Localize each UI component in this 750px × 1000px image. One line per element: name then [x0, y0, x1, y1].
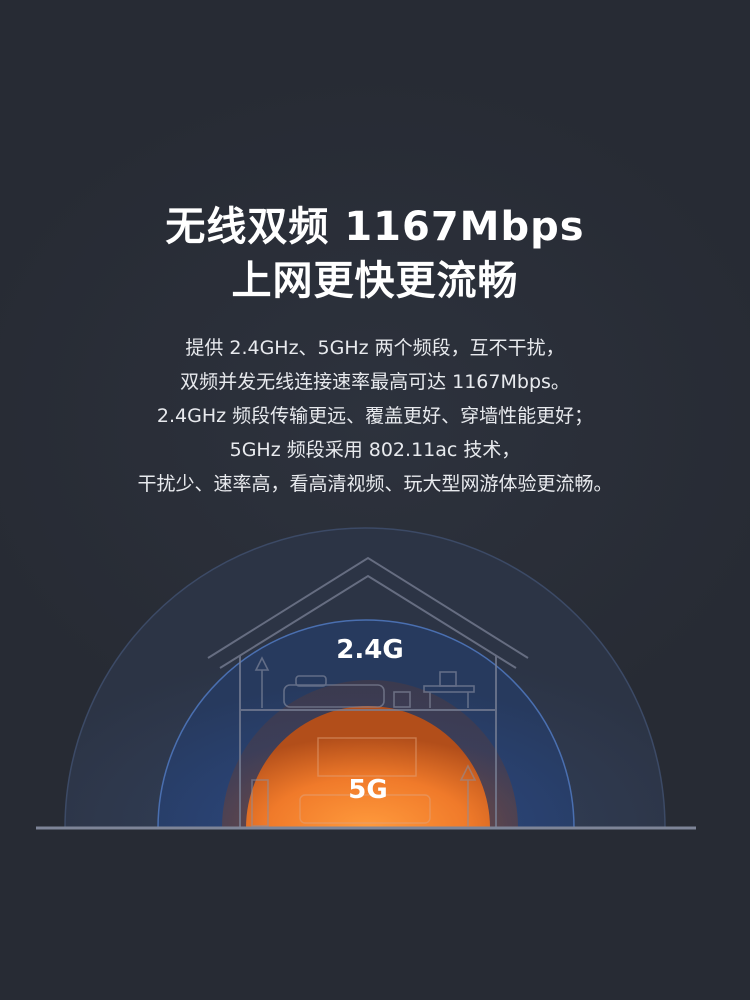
dual-band-illustration: 2.4G 5G [0, 510, 750, 850]
description-line: 5GHz 频段采用 802.11ac 技术， [229, 439, 521, 461]
description-line: 提供 2.4GHz、5GHz 两个频段，互不干扰， [185, 337, 565, 359]
description-line: 干扰少、速率高，看高清视频、玩大型网游体验更流畅。 [137, 473, 613, 495]
description-line: 2.4GHz 频段传输更远、覆盖更好、穿墙性能更好； [156, 405, 594, 427]
band-5g-label: 5G [348, 775, 388, 805]
description: 提供 2.4GHz、5GHz 两个频段，互不干扰， 双频并发无线连接速率最高可达… [0, 331, 750, 501]
headline: 无线双频 1167Mbps 上网更快更流畅 [0, 200, 750, 308]
description-line: 双频并发无线连接速率最高可达 1167Mbps。 [180, 371, 570, 393]
band-2-4g-label: 2.4G [336, 635, 404, 665]
headline-line-2: 上网更快更流畅 [231, 258, 519, 304]
headline-line-1: 无线双频 1167Mbps [165, 204, 585, 250]
